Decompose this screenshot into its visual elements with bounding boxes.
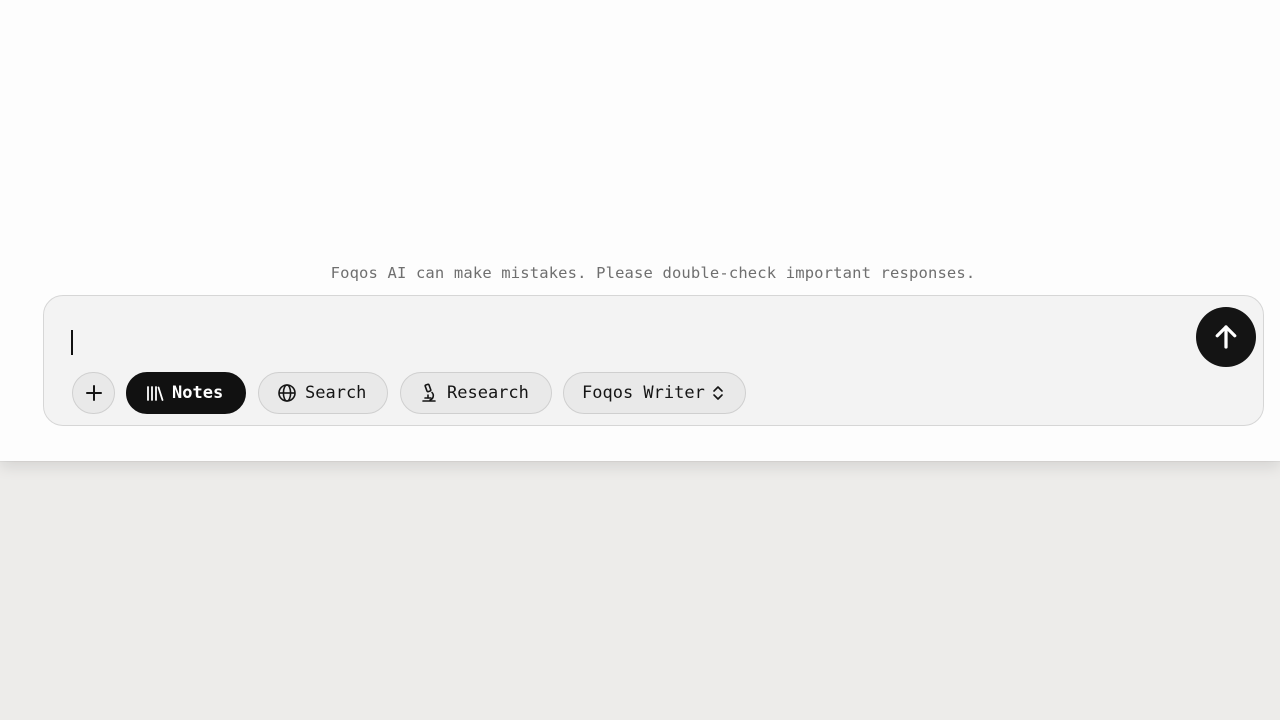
disclaimer-text: Foqos AI can make mistakes. Please doubl…	[330, 264, 976, 282]
arrow-up-icon	[1215, 325, 1237, 349]
send-button[interactable]	[1196, 307, 1256, 367]
search-label: Search	[305, 383, 367, 403]
research-toggle[interactable]: Research	[400, 372, 552, 414]
model-label: Foqos Writer	[582, 383, 705, 403]
chat-composer: Notes Search Research Foqos Writer	[43, 295, 1264, 426]
notes-toggle[interactable]: Notes	[126, 372, 246, 414]
globe-icon	[278, 384, 296, 402]
add-attachment-button[interactable]	[72, 372, 115, 414]
notes-label: Notes	[172, 383, 224, 403]
research-label: Research	[447, 383, 529, 403]
microscope-icon	[422, 383, 436, 402]
text-caret	[71, 330, 73, 355]
plus-icon	[85, 385, 102, 401]
model-selector[interactable]: Foqos Writer	[563, 372, 746, 414]
search-toggle[interactable]: Search	[258, 372, 388, 414]
app-surface: Foqos AI can make mistakes. Please doubl…	[0, 0, 1280, 461]
library-icon	[147, 386, 164, 401]
prompt-input[interactable]	[70, 326, 1170, 362]
chevron-up-down-icon	[713, 386, 723, 400]
